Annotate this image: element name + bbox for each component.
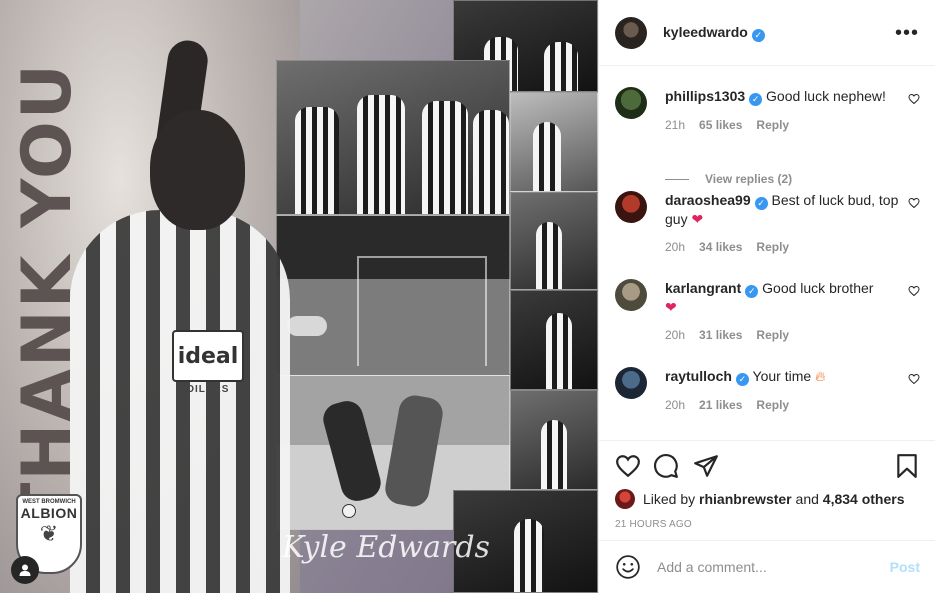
reply-button[interactable]: Reply	[756, 398, 789, 412]
replies-divider	[665, 178, 689, 180]
view-replies-label: View replies (2)	[705, 172, 793, 186]
liked-by-others[interactable]: 4,834 others	[823, 491, 905, 507]
author-avatar[interactable]	[615, 16, 647, 49]
comment-time: 20h	[665, 327, 686, 342]
share-paper-plane-icon[interactable]	[693, 453, 719, 479]
commenter-username[interactable]: karlangrant	[665, 280, 741, 296]
comment-text: karlangrant ✓ Good luck brother ❤	[665, 279, 905, 316]
signature: Kyle Edwards	[282, 530, 490, 565]
comment-text: daraoshea99 ✓ Best of luck bud, top guy ❤	[665, 191, 905, 228]
comment-likes[interactable]: 34 likes	[699, 240, 742, 254]
shirt-sponsor: ideal	[172, 330, 244, 382]
like-comment-heart-icon[interactable]	[908, 373, 920, 385]
liked-by-user[interactable]: rhianbrewster	[699, 491, 792, 507]
view-replies-button[interactable]: View replies (2)	[665, 172, 792, 186]
commenter-avatar[interactable]	[615, 87, 647, 119]
collage-tile	[510, 390, 598, 490]
thank-you-overlay: THANK YOU	[8, 61, 88, 528]
emoji-smiley-icon[interactable]	[615, 554, 641, 580]
post-sidebar: kyleedwardo ✓ ••• phillips1303 ✓ Good luck…	[598, 0, 935, 593]
commenter-username[interactable]: daraoshea99	[665, 192, 751, 208]
like-comment-heart-icon[interactable]	[908, 285, 920, 297]
reply-button[interactable]: Reply	[756, 240, 789, 254]
comment-likes[interactable]: 21 likes	[699, 398, 742, 412]
collage-tile	[276, 215, 510, 375]
red-heart-emoji-icon: ❤	[665, 298, 677, 315]
commenter-avatar[interactable]	[615, 367, 647, 399]
player-head	[150, 110, 245, 230]
verified-badge-icon: ✓	[735, 372, 749, 386]
comment-input[interactable]	[657, 559, 890, 575]
comment-item: raytulloch ✓ Your time 🔥︎ 20h 21 likes Re…	[615, 367, 920, 412]
liked-by-prefix: Liked by	[643, 491, 696, 507]
comment-likes[interactable]: 65 likes	[699, 118, 742, 132]
action-icon-row	[615, 453, 920, 479]
verified-badge-icon: ✓	[754, 196, 768, 210]
comment-text: phillips1303 ✓ Good luck nephew!	[665, 87, 905, 106]
verified-badge-icon: ✓	[749, 92, 763, 106]
fire-emoji-icon: 🔥︎	[815, 368, 826, 384]
comment-meta: 20h 21 likes Reply	[665, 398, 920, 412]
shirt-sponsor-sub: BOILERS	[178, 384, 230, 395]
comment-item: daraoshea99 ✓ Best of luck bud, top guy ❤…	[615, 191, 920, 254]
comment-message: Good luck brother	[762, 280, 874, 296]
person-icon	[19, 564, 31, 576]
crest-name-text: ALBION	[20, 505, 78, 521]
comment-item: karlangrant ✓ Good luck brother ❤ 20h 31 …	[615, 279, 920, 342]
liked-by-and: and	[795, 491, 819, 507]
reply-button[interactable]: Reply	[756, 328, 789, 342]
red-heart-emoji-icon: ❤	[691, 210, 704, 227]
player-shirt	[70, 210, 290, 593]
like-comment-heart-icon[interactable]	[908, 93, 920, 105]
more-options-icon[interactable]: •••	[895, 23, 919, 43]
post-timestamp[interactable]: 21 HOURS AGO	[615, 519, 692, 530]
commenter-username[interactable]: raytulloch	[665, 368, 732, 384]
commenter-avatar[interactable]	[615, 279, 647, 311]
crest-bird-icon: ❦	[39, 521, 59, 546]
like-comment-heart-icon[interactable]	[908, 197, 920, 209]
comment-message: Your time	[752, 368, 812, 384]
collage-tile	[510, 92, 598, 192]
liker-avatar[interactable]	[615, 489, 635, 509]
comment-meta: 21h 65 likes Reply	[665, 118, 920, 132]
commenter-username[interactable]: phillips1303	[665, 88, 745, 104]
verified-badge-icon: ✓	[745, 284, 759, 298]
comment-list[interactable]: phillips1303 ✓ Good luck nephew! 21h 65 l…	[599, 67, 935, 440]
collage-tile	[510, 290, 598, 390]
author-username[interactable]: kyleedwardo ✓	[663, 24, 765, 42]
comment-time: 21h	[665, 117, 686, 132]
save-bookmark-icon[interactable]	[894, 453, 920, 479]
thank-you-text: THANK YOU	[8, 61, 88, 529]
reply-button[interactable]: Reply	[756, 118, 789, 132]
comment-item: phillips1303 ✓ Good luck nephew! 21h 65 l…	[615, 87, 920, 186]
post-comment-button[interactable]: Post	[890, 559, 920, 575]
post-header: kyleedwardo ✓ •••	[599, 0, 935, 66]
post-image[interactable]: ideal BOILERS THANK YOU WEST BROMWICH AL…	[0, 0, 598, 593]
verified-badge-icon: ✓	[751, 28, 765, 42]
comment-time: 20h	[665, 397, 686, 412]
comment-time: 20h	[665, 239, 686, 254]
comment-text: raytulloch ✓ Your time 🔥︎	[665, 367, 905, 386]
collage-tile	[510, 192, 598, 290]
comment-meta: 20h 34 likes Reply	[665, 240, 920, 254]
commenter-avatar[interactable]	[615, 191, 647, 223]
post-actions: Liked by rhianbrewster and 4,834 others …	[599, 440, 935, 540]
comment-meta: 20h 31 likes Reply	[665, 328, 920, 342]
comment-bubble-icon[interactable]	[653, 453, 679, 479]
liked-by-summary: Liked by rhianbrewster and 4,834 others	[615, 489, 905, 509]
like-heart-icon[interactable]	[615, 453, 641, 479]
collage-tile	[276, 60, 510, 215]
comment-message: Good luck nephew!	[766, 88, 886, 104]
user-tag-button[interactable]	[11, 556, 39, 584]
add-comment-bar: Post	[599, 540, 935, 593]
comment-likes[interactable]: 31 likes	[699, 328, 742, 342]
